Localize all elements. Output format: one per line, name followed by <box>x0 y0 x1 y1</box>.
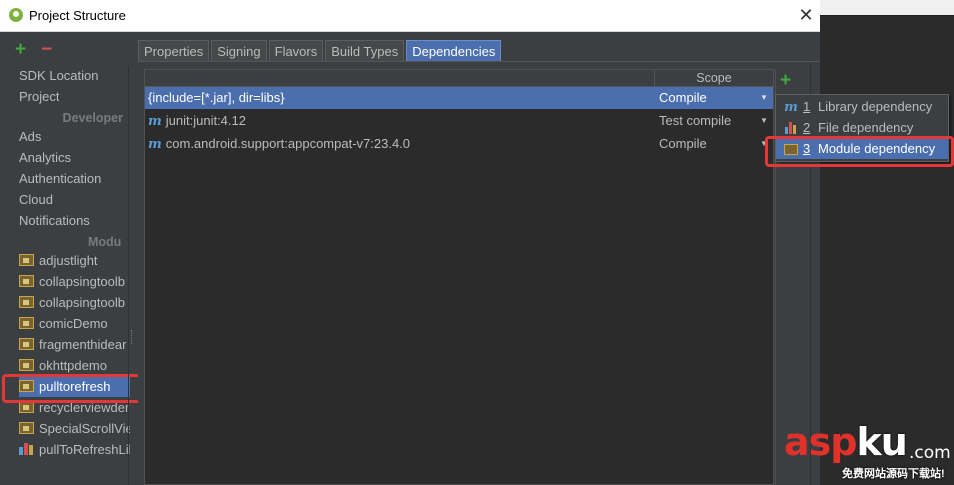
module-folder-icon <box>19 359 34 371</box>
module-item[interactable]: SpecialScrollVie <box>19 419 130 439</box>
background-editor-border <box>820 15 954 16</box>
dependency-scope[interactable]: Test compile <box>659 110 731 132</box>
library-module-icon <box>19 443 34 455</box>
add-dependency-button[interactable]: + <box>780 71 791 91</box>
module-folder-icon <box>19 296 34 308</box>
dependency-scope[interactable]: Compile <box>659 133 707 155</box>
dependency-row[interactable]: m com.android.support:appcompat-v7:23.4.0… <box>145 133 773 155</box>
module-item[interactable]: okhttpdemo <box>19 356 130 376</box>
nav-item-ads[interactable]: Ads <box>19 127 41 147</box>
maven-m-icon: m <box>148 114 162 129</box>
project-structure-dialog: Project Structure ✕ + − SDK Location Pro… <box>0 0 820 485</box>
menu-item-file-dependency[interactable]: 2 File dependency <box>776 117 948 138</box>
nav-item-notifications[interactable]: Notifications <box>19 211 90 231</box>
tab-dependencies[interactable]: Dependencies <box>406 40 502 62</box>
remove-module-button[interactable]: − <box>41 40 52 60</box>
menu-item-library-dependency[interactable]: m 1 Library dependency <box>776 96 948 117</box>
file-bars-icon <box>784 122 798 134</box>
dependency-name: com.android.support:appcompat-v7:23.4.0 <box>165 136 411 151</box>
panel-divider <box>128 66 129 485</box>
chevron-down-icon[interactable]: ▼ <box>760 110 768 132</box>
background-window-strip <box>820 0 954 15</box>
close-icon[interactable]: ✕ <box>796 4 816 26</box>
android-studio-icon <box>9 8 23 22</box>
module-folder-icon <box>19 317 34 329</box>
module-item[interactable]: collapsingtoolb <box>19 272 130 292</box>
dependency-row-selected[interactable]: {include=[*.jar], dir=libs} Compile ▼ <box>145 87 773 109</box>
highlight-box-menu <box>765 136 954 167</box>
add-module-button[interactable]: + <box>15 40 26 60</box>
tab-signing[interactable]: Signing <box>211 40 267 61</box>
developer-section-header: Developer <box>62 111 123 125</box>
nav-item-analytics[interactable]: Analytics <box>19 148 71 168</box>
aspku-watermark: aspku <box>784 420 908 464</box>
dependency-scope[interactable]: Compile <box>659 87 707 109</box>
nav-item-sdk-location[interactable]: SDK Location <box>19 66 99 86</box>
tab-properties[interactable]: Properties <box>138 40 210 61</box>
module-item[interactable]: pullToRefreshLil <box>19 440 130 460</box>
module-item[interactable]: adjustlight <box>19 251 130 271</box>
module-folder-icon <box>19 254 34 266</box>
tab-build-types[interactable]: Build Types <box>325 40 405 61</box>
window-title: Project Structure <box>29 8 126 23</box>
watermark-domain: .com <box>909 443 951 463</box>
maven-m-icon: m <box>784 100 798 115</box>
chevron-down-icon[interactable]: ▼ <box>760 87 768 109</box>
module-item[interactable]: fragmenthidear <box>19 335 130 355</box>
background-editor-area <box>820 15 954 485</box>
scope-column-header[interactable]: Scope <box>654 70 773 87</box>
module-folder-icon <box>19 275 34 287</box>
maven-m-icon: m <box>148 137 162 152</box>
dependency-row[interactable]: m junit:junit:4.12 Test compile ▼ <box>145 110 773 132</box>
splitter-handle[interactable] <box>131 330 133 344</box>
module-folder-icon <box>19 422 34 434</box>
modules-section-header: Modu <box>88 235 122 249</box>
tab-flavors[interactable]: Flavors <box>268 40 324 61</box>
dependency-name: junit:junit:4.12 <box>165 113 246 128</box>
module-item[interactable]: collapsingtoolb <box>19 293 130 313</box>
module-tabs: Properties Signing Flavors Build Types D… <box>138 40 503 62</box>
module-folder-icon <box>19 338 34 350</box>
dependency-name: {include=[*.jar], dir=libs} <box>148 90 285 105</box>
nav-item-cloud[interactable]: Cloud <box>19 190 53 210</box>
title-bar[interactable]: Project Structure ✕ <box>0 0 820 32</box>
nav-item-authentication[interactable]: Authentication <box>19 169 101 189</box>
module-item[interactable]: comicDemo <box>19 314 130 334</box>
nav-item-project[interactable]: Project <box>19 87 59 107</box>
watermark-slogan: 免费网站源码下载站! <box>842 468 945 480</box>
